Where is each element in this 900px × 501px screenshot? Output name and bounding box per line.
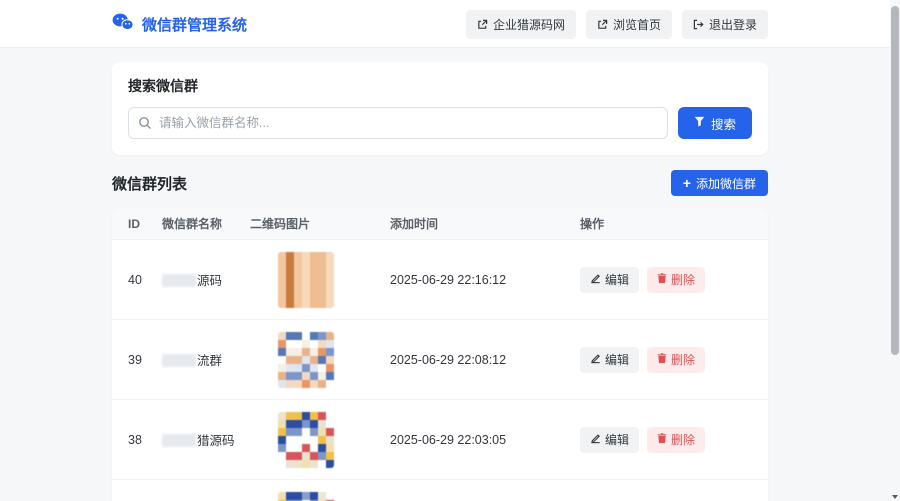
top-header: 微信群管理系统 企业猎源码网 浏览首页 bbox=[0, 0, 900, 48]
source-site-button[interactable]: 企业猎源码网 bbox=[466, 10, 576, 39]
search-input[interactable] bbox=[128, 107, 668, 139]
edit-button[interactable]: 编辑 bbox=[580, 427, 639, 453]
column-header-name: 微信群名称 bbox=[162, 215, 250, 232]
table-row: 37 讨论群 2025-06-29 22:02:48 编辑 删除 bbox=[112, 480, 768, 501]
nav-button-label: 企业猎源码网 bbox=[493, 16, 565, 33]
cell-group-name: 猎源码 bbox=[162, 430, 250, 449]
delete-button-label: 删除 bbox=[671, 431, 695, 448]
cell-added-time: 2025-06-29 22:16:12 bbox=[390, 273, 580, 287]
table-row: 40 源码 2025-06-29 22:16:12 编辑 删除 bbox=[112, 240, 768, 320]
qr-code-image bbox=[278, 332, 334, 388]
table-header-row: ID 微信群名称 二维码图片 添加时间 操作 bbox=[112, 208, 768, 240]
column-header-ops: 操作 bbox=[580, 215, 768, 232]
qr-code-image bbox=[278, 492, 334, 501]
filter-icon bbox=[694, 116, 705, 130]
delete-button-label: 删除 bbox=[671, 351, 695, 368]
cell-id: 39 bbox=[112, 353, 162, 367]
trash-icon bbox=[657, 273, 667, 287]
column-header-time: 添加时间 bbox=[390, 215, 580, 232]
search-button-label: 搜索 bbox=[711, 114, 736, 133]
cell-id: 38 bbox=[112, 433, 162, 447]
logout-button[interactable]: 退出登录 bbox=[682, 10, 768, 39]
edit-button-label: 编辑 bbox=[605, 431, 629, 448]
page-title: 微信群管理系统 bbox=[142, 14, 247, 35]
add-group-button[interactable]: + 添加微信群 bbox=[671, 170, 768, 196]
cell-added-time: 2025-06-29 22:08:12 bbox=[390, 353, 580, 367]
group-name-text: 源码 bbox=[197, 274, 222, 288]
table-row: 38 猎源码 2025-06-29 22:03:05 编辑 删除 bbox=[112, 400, 768, 480]
search-card: 搜索微信群 搜索 bbox=[112, 62, 768, 155]
nav-button-label: 退出登录 bbox=[709, 16, 757, 33]
blurred-name-mask bbox=[162, 434, 196, 447]
table-row: 39 流群 2025-06-29 22:08:12 编辑 删除 bbox=[112, 320, 768, 400]
group-table: ID 微信群名称 二维码图片 添加时间 操作 40 源码 2025-06-29 … bbox=[112, 208, 768, 501]
cell-added-time: 2025-06-29 22:03:05 bbox=[390, 433, 580, 447]
plus-icon: + bbox=[683, 176, 691, 190]
header-nav: 企业猎源码网 浏览首页 退出登录 bbox=[466, 10, 768, 39]
external-link-icon bbox=[597, 19, 608, 30]
edit-button-label: 编辑 bbox=[605, 271, 629, 288]
edit-icon bbox=[590, 353, 601, 367]
qr-code-image bbox=[278, 412, 334, 468]
column-header-id: ID bbox=[112, 217, 162, 231]
edit-icon bbox=[590, 273, 601, 287]
edit-icon bbox=[590, 433, 601, 447]
cell-id: 40 bbox=[112, 273, 162, 287]
cell-group-name: 源码 bbox=[162, 270, 250, 289]
blurred-name-mask bbox=[162, 354, 196, 367]
wechat-icon bbox=[112, 13, 134, 36]
group-name-text: 流群 bbox=[197, 354, 222, 368]
column-header-qr: 二维码图片 bbox=[250, 215, 390, 232]
group-name-text: 猎源码 bbox=[197, 434, 235, 448]
delete-button[interactable]: 删除 bbox=[647, 267, 705, 293]
browse-home-button[interactable]: 浏览首页 bbox=[586, 10, 672, 39]
blurred-name-mask bbox=[162, 274, 196, 287]
qr-code-image bbox=[278, 252, 334, 308]
edit-button[interactable]: 编辑 bbox=[580, 347, 639, 373]
scrollbar-track[interactable] bbox=[890, 0, 900, 501]
external-link-icon bbox=[477, 19, 488, 30]
edit-button[interactable]: 编辑 bbox=[580, 267, 639, 293]
trash-icon bbox=[657, 433, 667, 447]
logout-icon bbox=[693, 19, 704, 30]
add-group-button-label: 添加微信群 bbox=[696, 175, 756, 192]
brand: 微信群管理系统 bbox=[112, 13, 247, 36]
list-title: 微信群列表 bbox=[112, 173, 187, 194]
cell-group-name: 流群 bbox=[162, 350, 250, 369]
delete-button-label: 删除 bbox=[671, 271, 695, 288]
trash-icon bbox=[657, 353, 667, 367]
search-title: 搜索微信群 bbox=[128, 76, 752, 96]
scrollbar-down-arrow[interactable] bbox=[892, 495, 898, 499]
edit-button-label: 编辑 bbox=[605, 351, 629, 368]
delete-button[interactable]: 删除 bbox=[647, 347, 705, 373]
nav-button-label: 浏览首页 bbox=[613, 16, 661, 33]
scrollbar-thumb[interactable] bbox=[891, 6, 899, 355]
delete-button[interactable]: 删除 bbox=[647, 427, 705, 453]
search-button[interactable]: 搜索 bbox=[678, 107, 752, 139]
